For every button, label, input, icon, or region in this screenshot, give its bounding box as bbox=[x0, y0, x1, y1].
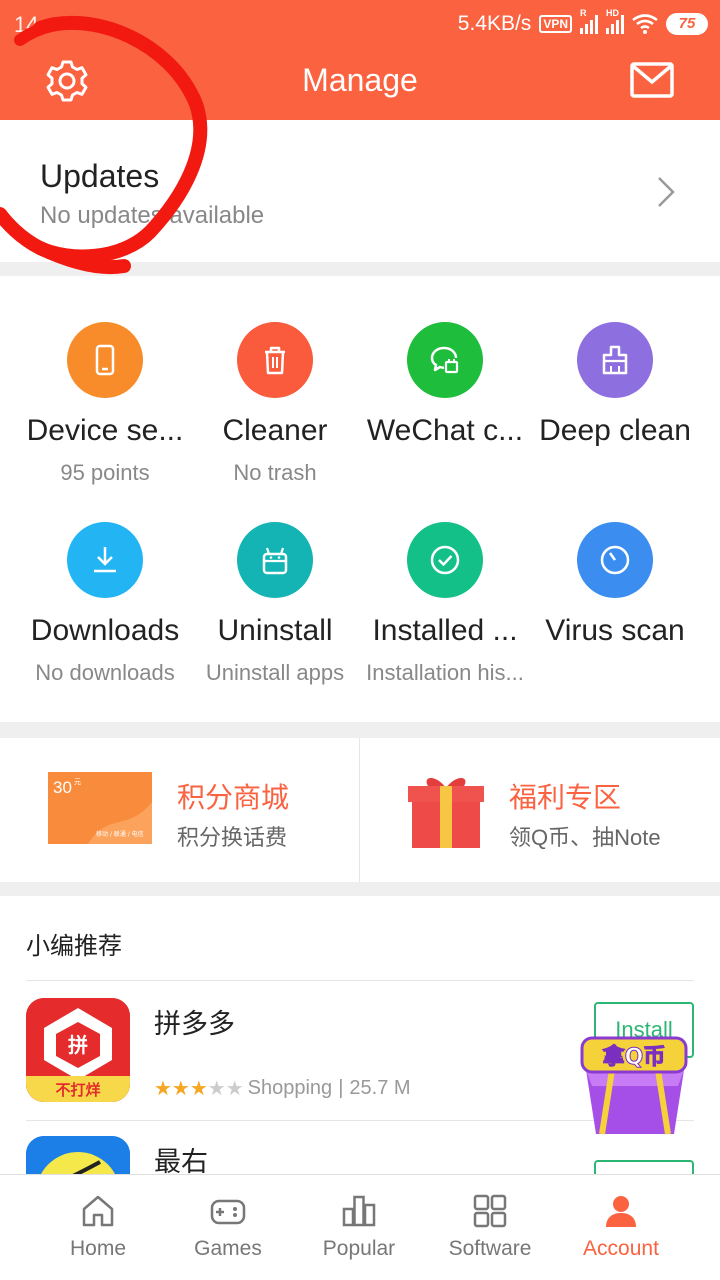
grid-icon bbox=[473, 1194, 507, 1228]
section-divider bbox=[0, 882, 720, 896]
section-divider bbox=[0, 722, 720, 738]
header: 14 5.4KB/s VPN R HD 75 Manage bbox=[0, 0, 720, 120]
tool-downloads[interactable]: Downloads No downloads bbox=[15, 522, 195, 712]
tool-subtitle: No downloads bbox=[35, 660, 175, 685]
app-category: Shopping bbox=[247, 1077, 333, 1099]
signal-icon: HD bbox=[606, 8, 624, 34]
tool-subtitle: No trash bbox=[233, 460, 317, 485]
nav-home[interactable]: Home bbox=[33, 1175, 163, 1280]
check-icon bbox=[407, 522, 483, 598]
status-time: 14 bbox=[14, 12, 39, 37]
tool-cleaner[interactable]: Cleaner No trash bbox=[185, 322, 365, 512]
battery-icon: 75 bbox=[666, 13, 708, 35]
manage-screen: 14 5.4KB/s VPN R HD 75 Manage Updates No… bbox=[0, 0, 720, 1280]
chevron-right-icon bbox=[658, 177, 675, 207]
updates-subtitle: No updates available bbox=[40, 202, 265, 229]
updates-title: Updates bbox=[40, 158, 160, 194]
nav-label: Account bbox=[583, 1237, 659, 1260]
tool-subtitle: Installation his... bbox=[366, 660, 524, 685]
user-icon bbox=[606, 1196, 636, 1227]
bars-icon bbox=[342, 1195, 376, 1227]
tool-label: Deep clean bbox=[539, 414, 691, 447]
points-mall-card[interactable]: 30 元 移动 / 联通 / 电信 积分商城 积分换话费 bbox=[0, 738, 360, 882]
gamepad-icon bbox=[210, 1199, 246, 1225]
tool-label: Installed ... bbox=[372, 614, 518, 647]
promo-title: 福利专区 bbox=[509, 782, 622, 813]
svg-text:30: 30 bbox=[53, 778, 72, 797]
tool-device-security[interactable]: Device se... 95 points bbox=[15, 322, 195, 512]
wechat-clean-icon bbox=[407, 322, 483, 398]
section-title: 小编推荐 bbox=[26, 933, 122, 960]
svg-text:移动 / 联通 / 电信: 移动 / 联通 / 电信 bbox=[96, 830, 144, 838]
nav-games[interactable]: Games bbox=[163, 1175, 293, 1280]
tools-grid: Device se... 95 points Cleaner No trash … bbox=[0, 276, 720, 722]
tool-label: Downloads bbox=[30, 614, 180, 647]
bottom-nav: Home Games Popular Software Account bbox=[0, 1174, 720, 1280]
network-speed: 5.4KB/s bbox=[457, 12, 532, 35]
svg-text:拿Q币: 拿Q币 bbox=[602, 1044, 666, 1070]
phone-credit-card-icon: 30 元 移动 / 联通 / 电信 bbox=[48, 772, 152, 844]
nav-software[interactable]: Software bbox=[425, 1175, 555, 1280]
tool-label: Virus scan bbox=[545, 614, 685, 647]
promo-subtitle: 积分换话费 bbox=[177, 825, 288, 850]
rating-stars: ★★★★★ bbox=[154, 1078, 244, 1100]
page-title: Manage bbox=[302, 62, 418, 98]
android-icon bbox=[237, 522, 313, 598]
phone-icon bbox=[67, 322, 143, 398]
nav-label: Popular bbox=[322, 1237, 396, 1260]
mail-icon[interactable] bbox=[630, 62, 674, 98]
status-indicators: 5.4KB/s VPN R HD 75 bbox=[457, 8, 708, 38]
meta-separator: | bbox=[338, 1077, 344, 1099]
nav-label: Home bbox=[69, 1237, 127, 1260]
nav-label: Games bbox=[194, 1237, 262, 1260]
wifi-icon bbox=[632, 14, 658, 34]
promo-title: 积分商城 bbox=[177, 782, 290, 813]
gift-icon bbox=[408, 778, 484, 848]
updates-row[interactable]: Updates No updates available bbox=[0, 120, 720, 262]
app-meta: ★★★★★ Shopping | 25.7 M bbox=[154, 1076, 411, 1101]
download-icon bbox=[67, 522, 143, 598]
welfare-card[interactable]: 福利专区 领Q币、抽Note bbox=[360, 738, 720, 882]
tool-label: Cleaner bbox=[222, 414, 328, 447]
svg-text:元: 元 bbox=[74, 778, 81, 786]
promo-section: 30 元 移动 / 联通 / 电信 积分商城 积分换话费 福利专区 领Q币、抽N… bbox=[0, 738, 720, 882]
broom-icon bbox=[577, 322, 653, 398]
promo-subtitle: 领Q币、抽Note bbox=[509, 825, 661, 850]
tool-wechat-clean[interactable]: WeChat c... bbox=[355, 322, 535, 512]
sim2-tag: HD bbox=[606, 8, 619, 18]
tool-deep-clean[interactable]: Deep clean bbox=[525, 322, 705, 512]
nav-label: Software bbox=[448, 1237, 532, 1260]
trash-icon bbox=[237, 322, 313, 398]
sim1-tag: R bbox=[580, 8, 587, 18]
home-icon bbox=[82, 1195, 114, 1227]
app-name: 拼多多 bbox=[154, 1009, 235, 1039]
tool-subtitle: 95 points bbox=[60, 460, 150, 485]
section-divider bbox=[0, 262, 720, 276]
app-size: 25.7 M bbox=[349, 1077, 411, 1099]
tool-label: WeChat c... bbox=[366, 414, 524, 447]
svg-text:拼: 拼 bbox=[68, 1033, 88, 1057]
pinduoduo-app-icon: 拼 不打烊 bbox=[26, 998, 130, 1102]
status-bar: 14 5.4KB/s VPN R HD 75 bbox=[0, 0, 720, 48]
floating-gift-badge[interactable]: 拿Q币 bbox=[572, 1030, 696, 1142]
nav-popular[interactable]: Popular bbox=[294, 1175, 424, 1280]
tool-label: Device se... bbox=[26, 414, 184, 447]
tool-uninstall[interactable]: Uninstall Uninstall apps bbox=[185, 522, 365, 712]
signal-icon: R bbox=[580, 8, 598, 34]
tool-label: Uninstall bbox=[217, 614, 333, 647]
nav-account[interactable]: Account bbox=[556, 1175, 686, 1280]
timer-icon bbox=[577, 522, 653, 598]
svg-text:不打烊: 不打烊 bbox=[55, 1081, 100, 1099]
tool-subtitle: Uninstall apps bbox=[205, 660, 345, 685]
tool-installed[interactable]: Installed ... Installation his... bbox=[355, 522, 535, 712]
tool-virus-scan[interactable]: Virus scan bbox=[525, 522, 705, 712]
vpn-badge: VPN bbox=[539, 15, 572, 33]
